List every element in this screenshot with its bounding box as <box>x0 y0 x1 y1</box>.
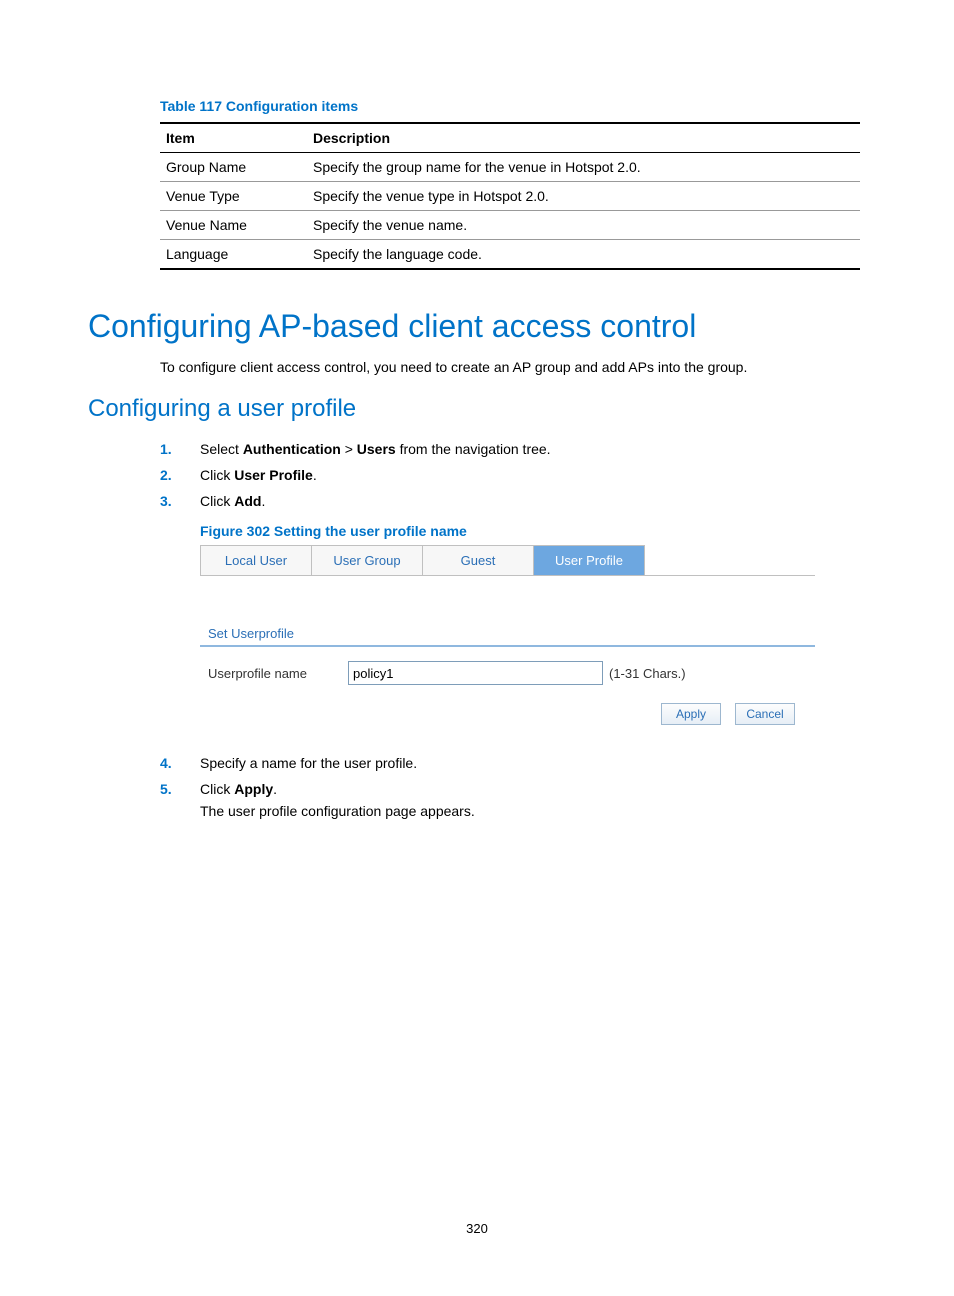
cell-item: Group Name <box>160 153 307 182</box>
userprofile-name-input[interactable] <box>348 661 603 685</box>
figure-caption: Figure 302 Setting the user profile name <box>200 523 866 539</box>
step-text: Click <box>200 467 234 483</box>
step-text: . <box>261 493 265 509</box>
cell-desc: Specify the venue type in Hotspot 2.0. <box>307 182 860 211</box>
step-text: from the navigation tree. <box>396 441 551 457</box>
step-text: > <box>341 441 357 457</box>
tab-user-group[interactable]: User Group <box>311 545 423 575</box>
step-text: . <box>313 467 317 483</box>
page-number: 320 <box>0 1221 954 1236</box>
section-underline <box>200 645 815 647</box>
cell-desc: Specify the group name for the venue in … <box>307 153 860 182</box>
step-text: Select <box>200 441 243 457</box>
step-bold: User Profile <box>234 467 313 483</box>
tab-local-user[interactable]: Local User <box>200 545 312 575</box>
cell-item: Language <box>160 240 307 270</box>
cell-item: Venue Type <box>160 182 307 211</box>
table-caption: Table 117 Configuration items <box>160 98 866 114</box>
table-row: Venue Type Specify the venue type in Hot… <box>160 182 860 211</box>
apply-button[interactable]: Apply <box>661 703 721 725</box>
form-row: Userprofile name (1-31 Chars.) <box>208 661 815 685</box>
step-text: . <box>273 781 277 797</box>
step-5: Click Apply. The user profile configurat… <box>160 781 866 819</box>
set-userprofile-label: Set Userprofile <box>208 626 815 641</box>
userprofile-name-label: Userprofile name <box>208 666 348 681</box>
tab-bar: Local User User Group Guest User Profile <box>200 545 815 576</box>
button-row: Apply Cancel <box>200 703 815 725</box>
table-row: Language Specify the language code. <box>160 240 860 270</box>
tab-guest[interactable]: Guest <box>422 545 534 575</box>
cell-desc: Specify the venue name. <box>307 211 860 240</box>
step-4: Specify a name for the user profile. <box>160 755 866 771</box>
table-row: Group Name Specify the group name for th… <box>160 153 860 182</box>
step-bold: Authentication <box>243 441 341 457</box>
th-item: Item <box>160 123 307 153</box>
step-text: Click <box>200 493 234 509</box>
screenshot-panel: Local User User Group Guest User Profile… <box>200 545 815 725</box>
cell-desc: Specify the language code. <box>307 240 860 270</box>
step-bold: Add <box>234 493 261 509</box>
step-1: Select Authentication > Users from the n… <box>160 441 866 457</box>
step-3: Click Add. Figure 302 Setting the user p… <box>160 493 866 725</box>
step-followup: The user profile configuration page appe… <box>200 803 866 819</box>
cell-item: Venue Name <box>160 211 307 240</box>
table-row: Venue Name Specify the venue name. <box>160 211 860 240</box>
th-description: Description <box>307 123 860 153</box>
heading-sub: Configuring a user profile <box>88 395 866 423</box>
steps-list: Select Authentication > Users from the n… <box>160 441 866 819</box>
step-text: Click <box>200 781 234 797</box>
step-bold: Apply <box>234 781 273 797</box>
tab-user-profile[interactable]: User Profile <box>533 545 645 575</box>
heading-main: Configuring AP-based client access contr… <box>88 308 866 345</box>
config-table: Item Description Group Name Specify the … <box>160 122 860 270</box>
field-hint: (1-31 Chars.) <box>609 666 686 681</box>
step-bold: Users <box>357 441 396 457</box>
cancel-button[interactable]: Cancel <box>735 703 795 725</box>
intro-text: To configure client access control, you … <box>160 359 866 375</box>
step-2: Click User Profile. <box>160 467 866 483</box>
